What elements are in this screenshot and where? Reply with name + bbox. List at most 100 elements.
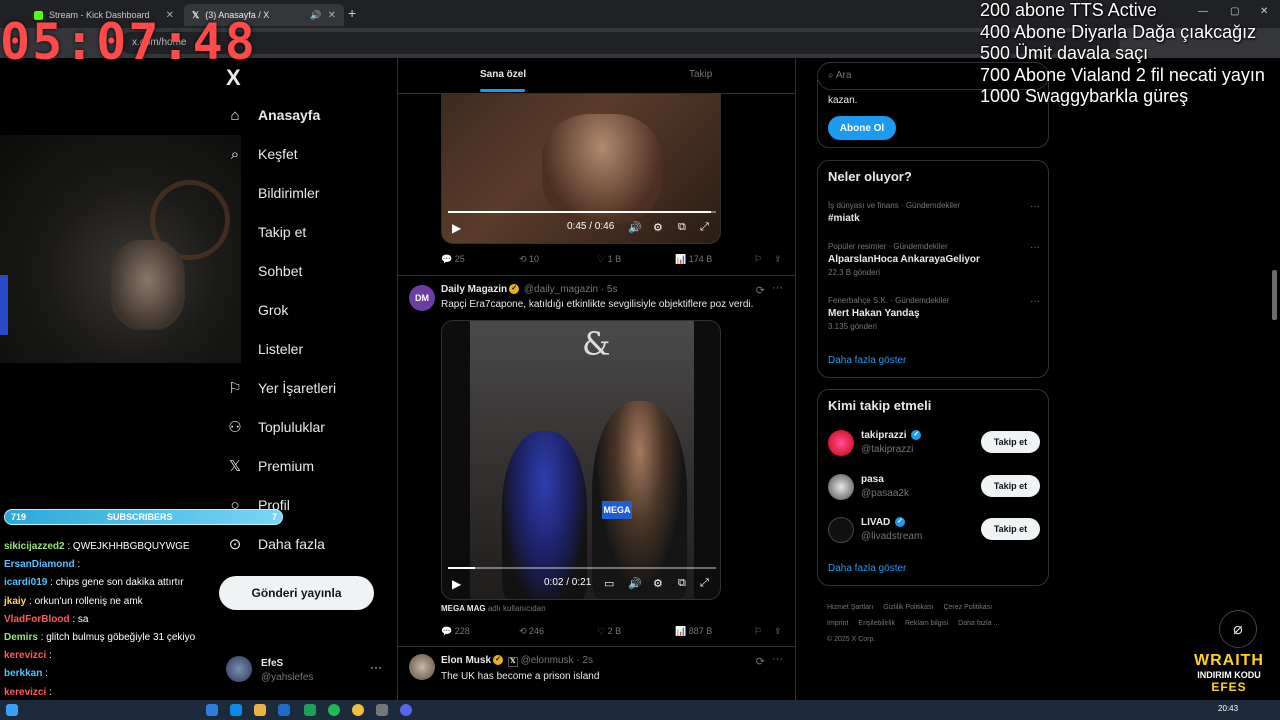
settings-icon[interactable]: ⚙ [653, 577, 663, 590]
new-tab-icon[interactable]: + [348, 5, 356, 21]
nav-bookmarks[interactable]: ⚐ Yer İşaretleri [226, 379, 336, 397]
account-switcher[interactable]: EfeS @yahslefes ··· [226, 656, 386, 688]
nav-grok[interactable]: Grok [226, 301, 288, 319]
settings-icon[interactable]: ⚙ [653, 221, 663, 234]
who-item[interactable]: LIVAD ✓ @livadstream Takip et [828, 515, 1040, 545]
nav-more[interactable]: ⊙ Daha fazla [226, 535, 325, 553]
share-icon[interactable]: ⇪ [774, 254, 782, 265]
more-icon[interactable]: ··· [772, 653, 783, 665]
nav-follow[interactable]: Takip et [226, 223, 306, 241]
chat-username[interactable]: jkaiy [4, 596, 26, 607]
who-item[interactable]: pasa @pasaa2k Takip et [828, 472, 1040, 502]
nav-communities[interactable]: ⚇ Topluluklar [226, 418, 325, 436]
close-icon[interactable]: ✕ [328, 10, 336, 21]
show-more-link[interactable]: Daha fazla göster [828, 355, 906, 366]
x-logo[interactable]: X [226, 65, 241, 91]
fullscreen-icon[interactable]: ⤢ [700, 221, 709, 234]
tab-following[interactable]: Takip [689, 69, 712, 80]
chat-username[interactable]: icardi019 [4, 577, 47, 588]
nav-notifications[interactable]: Bildirimler [226, 184, 319, 202]
follow-button[interactable]: Takip et [981, 475, 1040, 497]
trend-item[interactable]: Popüler resimler · Gündemdekiler Alparsl… [828, 242, 1040, 277]
scrollbar-thumb[interactable] [1272, 270, 1277, 320]
views-button[interactable]: 📊 174 B [675, 254, 712, 265]
more-icon[interactable]: ··· [772, 282, 783, 294]
taskbar-app-icon[interactable] [206, 704, 218, 716]
bookmark-icon[interactable]: ⚐ [754, 254, 762, 265]
chat-username[interactable]: VladForBlood [4, 614, 70, 625]
footer-link[interactable]: Hizmet Şartları [827, 604, 873, 611]
avatar[interactable]: DM [409, 285, 435, 311]
footer-link[interactable]: Reklam bilgisi [905, 620, 948, 627]
author-handle[interactable]: @daily_magazin [524, 284, 598, 295]
show-more-link[interactable]: Daha fazla göster [828, 563, 906, 574]
chat-username[interactable]: kerevizci [4, 650, 46, 661]
video-source-tag[interactable]: MEGA MAG adlı kullanıcıdan [441, 604, 546, 613]
nav-lists[interactable]: Listeler [226, 340, 303, 358]
play-icon[interactable]: ▶ [452, 577, 461, 591]
more-icon[interactable]: ··· [1030, 201, 1040, 212]
chrome-icon[interactable] [352, 704, 364, 716]
volume-icon[interactable]: 🔊 [628, 577, 642, 590]
fullscreen-icon[interactable]: ⤢ [700, 577, 709, 590]
repost-button[interactable]: ⟲ 246 [519, 626, 544, 637]
more-icon[interactable]: ··· [1030, 296, 1040, 307]
who-item[interactable]: takiprazzi ✓ @takiprazzi Takip et [828, 428, 1040, 458]
post1-video[interactable]: ▶ 0:45 / 0:46 🔊 ⚙ ⧉ ⤢ [441, 94, 721, 244]
tab-for-you[interactable]: Sana özel [480, 69, 526, 80]
video-progress[interactable] [448, 567, 716, 569]
grok-icon[interactable]: ⟳ [756, 655, 765, 668]
footer-link[interactable]: Imprint [827, 620, 848, 627]
start-icon[interactable] [6, 704, 18, 716]
grok-floating-button[interactable]: ⌀ [1219, 610, 1257, 648]
chat-username[interactable]: kerevizci [4, 687, 46, 698]
more-icon[interactable]: ··· [1030, 242, 1040, 253]
nav-chat[interactable]: Sohbet [226, 262, 302, 280]
footer-link[interactable]: Daha fazla ... [958, 620, 999, 627]
trend-item[interactable]: İş dünyası ve finans · Gündemdekiler #mi… [828, 201, 1040, 224]
volume-icon[interactable]: 🔊 [628, 221, 642, 234]
like-button[interactable]: ♡ 1 B [597, 254, 621, 265]
nav-explore[interactable]: ⌕ Keşfet [226, 145, 298, 163]
author-name[interactable]: Daily Magazin [441, 284, 507, 295]
taskbar-app-icon[interactable] [230, 704, 242, 716]
author-handle[interactable]: @elonmusk [521, 655, 574, 666]
taskbar-app-icon[interactable] [304, 704, 316, 716]
chat-username[interactable]: ErsanDiamond [4, 559, 75, 570]
pip-icon[interactable]: ⧉ [678, 221, 686, 234]
captions-icon[interactable]: ▭ [604, 577, 614, 590]
views-button[interactable]: 📊 887 B [675, 626, 712, 637]
url-field[interactable]: x.com/home [120, 32, 1120, 54]
pip-icon[interactable]: ⧉ [678, 577, 686, 590]
more-icon[interactable]: ··· [370, 660, 382, 674]
taskbar-app-icon[interactable] [254, 704, 266, 716]
post-button[interactable]: Gönderi yayınla [219, 576, 374, 610]
nav-home[interactable]: ⌂ Anasayfa [226, 106, 320, 124]
bookmark-icon[interactable]: ⚐ [754, 626, 762, 637]
trend-item[interactable]: Fenerbahçe S.K. · Gündemdekiler Mert Hak… [828, 296, 1040, 331]
chat-username[interactable]: sikicijazzed2 [4, 541, 65, 552]
footer-link[interactable]: Erişilebilirlik [858, 620, 895, 627]
taskbar-app-icon[interactable] [376, 704, 388, 716]
footer-link[interactable]: Gizlilik Politikası [883, 604, 933, 611]
taskbar-app-icon[interactable] [400, 704, 412, 716]
share-icon[interactable]: ⇪ [774, 626, 782, 637]
reply-button[interactable]: 💬 25 [441, 254, 465, 265]
avatar[interactable] [409, 654, 435, 680]
chat-username[interactable]: Demirs [4, 632, 38, 643]
nav-premium[interactable]: 𝕏 Premium [226, 457, 314, 475]
spotify-icon[interactable] [328, 704, 340, 716]
follow-button[interactable]: Takip et [981, 431, 1040, 453]
audio-icon[interactable]: 🔊 [310, 10, 321, 21]
reply-button[interactable]: 💬 228 [441, 626, 470, 637]
post2-video[interactable]: & MEGA ▶ 0:02 / 0:21 ▭ 🔊 ⚙ ⧉ ⤢ [441, 320, 721, 600]
author-name[interactable]: Elon Musk [441, 655, 491, 666]
footer-link[interactable]: Çerez Politikası [943, 604, 992, 611]
like-button[interactable]: ♡ 2 B [597, 626, 621, 637]
play-icon[interactable]: ▶ [452, 221, 461, 235]
repost-button[interactable]: ⟲ 10 [519, 254, 539, 265]
chat-username[interactable]: berkkan [4, 668, 42, 679]
video-progress[interactable] [448, 211, 716, 213]
subscribe-button[interactable]: Abone Ol [828, 116, 896, 140]
follow-button[interactable]: Takip et [981, 518, 1040, 540]
